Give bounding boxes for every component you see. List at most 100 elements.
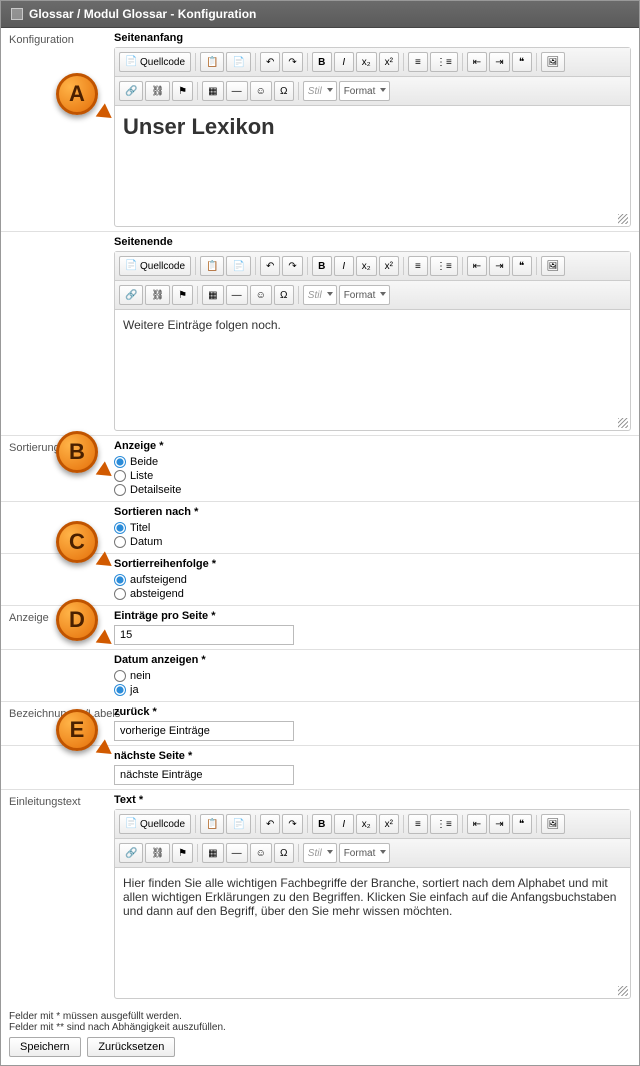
hr-button[interactable]: —: [226, 81, 248, 101]
resize-handle[interactable]: [618, 214, 628, 224]
callout-b: B: [56, 431, 98, 473]
bold-button[interactable]: B: [312, 52, 332, 72]
undo-button[interactable]: ↶: [260, 52, 280, 72]
copy-button[interactable]: 📋: [200, 52, 224, 72]
undo-button[interactable]: ↶: [260, 256, 280, 276]
superscript-button[interactable]: x²: [379, 814, 399, 834]
input-naechste[interactable]: [114, 765, 294, 785]
special-char-button[interactable]: Ω: [274, 81, 294, 101]
numbered-list-button[interactable]: ≡: [408, 814, 428, 834]
image-button[interactable]: 🖼: [541, 52, 566, 72]
table-button[interactable]: ▦: [202, 285, 223, 305]
outdent-button[interactable]: ⇤: [467, 256, 487, 276]
radio-anzeige-detail[interactable]: [114, 484, 126, 496]
input-eintraege[interactable]: [114, 625, 294, 645]
save-button[interactable]: Speichern: [9, 1037, 81, 1057]
link-button[interactable]: 🔗: [119, 81, 143, 101]
paste-button[interactable]: 📄: [226, 814, 250, 834]
subscript-button[interactable]: x₂: [356, 256, 377, 276]
smiley-button[interactable]: ☺: [250, 81, 272, 101]
source-button[interactable]: 📄Quellcode: [119, 256, 191, 276]
italic-button[interactable]: I: [334, 52, 354, 72]
table-button[interactable]: ▦: [202, 843, 223, 863]
radio-sort-datum[interactable]: [114, 536, 126, 548]
subscript-button[interactable]: x₂: [356, 814, 377, 834]
paste-button[interactable]: 📄: [226, 256, 250, 276]
italic-button[interactable]: I: [334, 256, 354, 276]
blockquote-button[interactable]: ❝: [512, 814, 532, 834]
blockquote-button[interactable]: ❝: [512, 52, 532, 72]
style-select[interactable]: Stil: [303, 843, 337, 863]
hr-button[interactable]: —: [226, 285, 248, 305]
bold-button[interactable]: B: [312, 814, 332, 834]
italic-button[interactable]: I: [334, 814, 354, 834]
redo-button[interactable]: ↷: [282, 256, 302, 276]
bullet-list-button[interactable]: ⋮≡: [430, 52, 458, 72]
indent-button[interactable]: ⇥: [489, 256, 509, 276]
editor-seitenende: 📄Quellcode 📋 📄 ↶ ↷ B I x₂ x² ≡ ⋮≡ ⇤ ⇥ ❝: [114, 251, 631, 431]
format-select[interactable]: Format: [339, 843, 391, 863]
bold-button[interactable]: B: [312, 256, 332, 276]
indent-button[interactable]: ⇥: [489, 52, 509, 72]
radio-order-auf[interactable]: [114, 574, 126, 586]
redo-button[interactable]: ↷: [282, 814, 302, 834]
editor-toolbar-2: 📄Quellcode 📋 📄 ↶ ↷ B I x₂ x² ≡ ⋮≡ ⇤ ⇥ ❝: [115, 252, 630, 281]
anchor-button[interactable]: ⚑: [172, 285, 193, 305]
numbered-list-button[interactable]: ≡: [408, 256, 428, 276]
subscript-button[interactable]: x₂: [356, 52, 377, 72]
style-select[interactable]: Stil: [303, 81, 337, 101]
special-char-button[interactable]: Ω: [274, 285, 294, 305]
bullet-list-button[interactable]: ⋮≡: [430, 814, 458, 834]
bullet-list-button[interactable]: ⋮≡: [430, 256, 458, 276]
redo-button[interactable]: ↷: [282, 52, 302, 72]
link-button[interactable]: 🔗: [119, 285, 143, 305]
format-select[interactable]: Format: [339, 81, 391, 101]
radio-anzeige-liste[interactable]: [114, 470, 126, 482]
smiley-button[interactable]: ☺: [250, 285, 272, 305]
image-button[interactable]: 🖼: [541, 256, 566, 276]
outdent-button[interactable]: ⇤: [467, 52, 487, 72]
image-button[interactable]: 🖼: [541, 814, 566, 834]
numbered-list-button[interactable]: ≡: [408, 52, 428, 72]
reset-button[interactable]: Zurücksetzen: [87, 1037, 175, 1057]
indent-button[interactable]: ⇥: [489, 814, 509, 834]
undo-button[interactable]: ↶: [260, 814, 280, 834]
radio-label: nein: [130, 670, 151, 682]
superscript-button[interactable]: x²: [379, 52, 399, 72]
anchor-button[interactable]: ⚑: [172, 843, 193, 863]
superscript-button[interactable]: x²: [379, 256, 399, 276]
unlink-button[interactable]: ⛓: [145, 843, 170, 863]
table-button[interactable]: ▦: [202, 81, 223, 101]
resize-handle[interactable]: [618, 986, 628, 996]
anchor-button[interactable]: ⚑: [172, 81, 193, 101]
source-button[interactable]: 📄Quellcode: [119, 814, 191, 834]
special-char-button[interactable]: Ω: [274, 843, 294, 863]
link-button[interactable]: 🔗: [119, 843, 143, 863]
copy-button[interactable]: 📋: [200, 814, 224, 834]
copy-button[interactable]: 📋: [200, 256, 224, 276]
radio-sort-titel[interactable]: [114, 522, 126, 534]
outdent-button[interactable]: ⇤: [467, 814, 487, 834]
source-button[interactable]: 📄Quellcode: [119, 52, 191, 72]
smiley-button[interactable]: ☺: [250, 843, 272, 863]
editor-body-seitenanfang[interactable]: Unser Lexikon: [115, 106, 630, 226]
radio-order-ab[interactable]: [114, 588, 126, 600]
editor-body-seitenende[interactable]: Weitere Einträge folgen noch.: [115, 310, 630, 430]
blockquote-button[interactable]: ❝: [512, 256, 532, 276]
radio-datum-nein[interactable]: [114, 670, 126, 682]
radio-anzeige-beide[interactable]: [114, 456, 126, 468]
editor-content-heading: Unser Lexikon: [123, 114, 622, 140]
input-zurueck[interactable]: [114, 721, 294, 741]
style-select[interactable]: Stil: [303, 285, 337, 305]
radio-datum-ja[interactable]: [114, 684, 126, 696]
unlink-button[interactable]: ⛓: [145, 285, 170, 305]
unlink-button[interactable]: ⛓: [145, 81, 170, 101]
paste-button[interactable]: 📄: [226, 52, 250, 72]
format-select[interactable]: Format: [339, 285, 391, 305]
editor-body-text[interactable]: Hier finden Sie alle wichtigen Fachbegri…: [115, 868, 630, 998]
label-naechste: nächste Seite *: [114, 750, 631, 762]
resize-handle[interactable]: [618, 418, 628, 428]
hr-button[interactable]: —: [226, 843, 248, 863]
editor-content-text: Hier finden Sie alle wichtigen Fachbegri…: [123, 876, 616, 918]
radio-label: Datum: [130, 536, 162, 548]
